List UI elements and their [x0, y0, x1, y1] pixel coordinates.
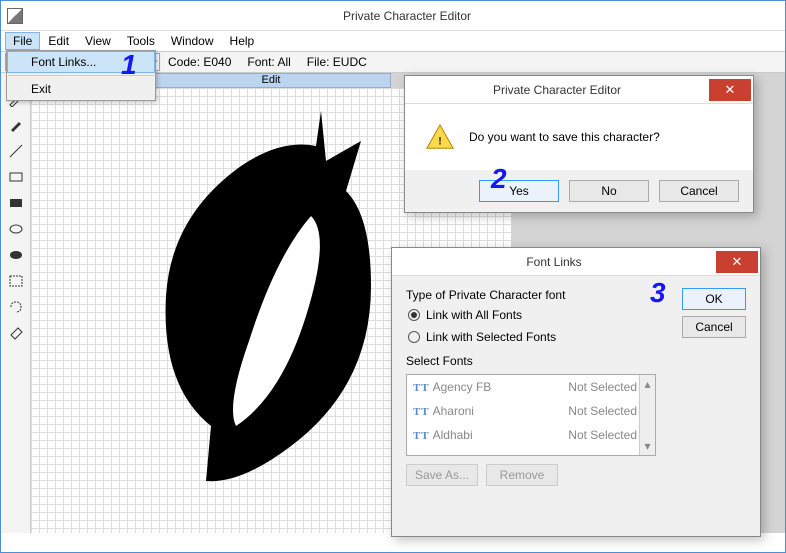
rect-tool-icon[interactable] — [8, 169, 24, 185]
menu-view[interactable]: View — [77, 32, 119, 50]
eraser-tool-icon[interactable] — [8, 325, 24, 341]
select-fonts-label: Select Fonts — [406, 354, 746, 368]
filled-rect-tool-icon[interactable] — [8, 195, 24, 211]
svg-text:!: ! — [438, 136, 442, 148]
font-state: Not Selected — [568, 380, 637, 394]
save-as-button[interactable]: Save As... — [406, 464, 478, 486]
fontlinks-titlebar: Font Links ✕ — [392, 248, 760, 276]
annotation-3: 3 — [650, 277, 666, 309]
title-bar: Private Character Editor — [1, 1, 785, 31]
filled-ellipse-tool-icon[interactable] — [8, 247, 24, 263]
truetype-icon: T T — [413, 406, 429, 418]
radio-link-selected-label: Link with Selected Fonts — [426, 330, 556, 344]
menu-edit[interactable]: Edit — [40, 32, 77, 50]
file-value: EUDC — [333, 55, 367, 69]
save-dialog-body: ! Do you want to save this character? — [405, 104, 753, 170]
annotation-2: 2 — [491, 163, 507, 195]
font-state: Not Selected — [568, 428, 637, 442]
font-name: Aldhabi — [433, 428, 473, 442]
save-dialog-title: Private Character Editor — [405, 83, 709, 97]
save-dialog-buttons: Yes No Cancel — [405, 170, 753, 212]
scrollbar[interactable]: ▴▾ — [639, 375, 655, 455]
fontlinks-right-buttons: OK Cancel — [682, 288, 746, 338]
warning-icon: ! — [425, 122, 455, 152]
app-icon — [7, 8, 23, 24]
free-select-tool-icon[interactable] — [8, 299, 24, 315]
menu-file[interactable]: File — [5, 32, 40, 50]
chevron-up-icon[interactable]: ▴ — [644, 377, 650, 391]
ellipse-tool-icon[interactable] — [8, 221, 24, 237]
font-value: All — [277, 55, 290, 69]
remove-button[interactable]: Remove — [486, 464, 558, 486]
no-button[interactable]: No — [569, 180, 649, 202]
close-icon[interactable]: ✕ — [709, 79, 751, 101]
font-state: Not Selected — [568, 404, 637, 418]
character-glyph — [131, 106, 411, 486]
menu-item-exit[interactable]: Exit — [7, 78, 155, 100]
edit-tab[interactable]: Edit — [151, 73, 391, 88]
file-label: File: — [307, 55, 330, 69]
list-item[interactable]: T T Aldhabi Not Selected — [407, 423, 655, 447]
fontlinks-body: Type of Private Character font Link with… — [392, 276, 760, 498]
list-item[interactable]: T T Agency FB Not Selected — [407, 375, 655, 399]
file-field: File: EUDC — [299, 55, 375, 69]
close-icon[interactable]: ✕ — [716, 251, 758, 273]
save-dialog-titlebar: Private Character Editor ✕ — [405, 76, 753, 104]
chevron-down-icon[interactable]: ▾ — [644, 439, 650, 453]
radio-icon — [408, 331, 420, 343]
font-name: Agency FB — [433, 380, 492, 394]
code-label: Code: — [168, 55, 200, 69]
menu-bar: File Edit View Tools Window Help — [1, 31, 785, 51]
app-title: Private Character Editor — [29, 9, 785, 23]
fontlinks-title: Font Links — [392, 255, 716, 269]
list-item[interactable]: T T Aharoni Not Selected — [407, 399, 655, 423]
menu-window[interactable]: Window — [163, 32, 222, 50]
save-dialog-message: Do you want to save this character? — [469, 130, 660, 144]
code-field: Code: E040 — [160, 55, 239, 69]
fontlinks-dialog: Font Links ✕ Type of Private Character f… — [391, 247, 761, 537]
fontlinks-bottom-buttons: Save As... Remove — [406, 464, 746, 486]
cancel-button[interactable]: Cancel — [682, 316, 746, 338]
save-dialog: Private Character Editor ✕ ! Do you want… — [404, 75, 754, 213]
truetype-icon: T T — [413, 430, 429, 442]
font-label: Font: — [247, 55, 274, 69]
font-name: Aharoni — [433, 404, 474, 418]
rect-select-tool-icon[interactable] — [8, 273, 24, 289]
truetype-icon: T T — [413, 382, 429, 394]
menu-help[interactable]: Help — [222, 32, 263, 50]
brush-tool-icon[interactable] — [8, 117, 24, 133]
font-field: Font: All — [239, 55, 298, 69]
line-tool-icon[interactable] — [8, 143, 24, 159]
annotation-1: 1 — [121, 49, 137, 81]
radio-icon — [408, 309, 420, 321]
menu-tools[interactable]: Tools — [119, 32, 163, 50]
radio-link-all-label: Link with All Fonts — [426, 308, 522, 322]
code-value: E040 — [203, 55, 231, 69]
cancel-button[interactable]: Cancel — [659, 180, 739, 202]
tool-palette — [1, 73, 31, 533]
ok-button[interactable]: OK — [682, 288, 746, 310]
fonts-listbox[interactable]: T T Agency FB Not Selected T T Aharoni Not S… — [406, 374, 656, 456]
